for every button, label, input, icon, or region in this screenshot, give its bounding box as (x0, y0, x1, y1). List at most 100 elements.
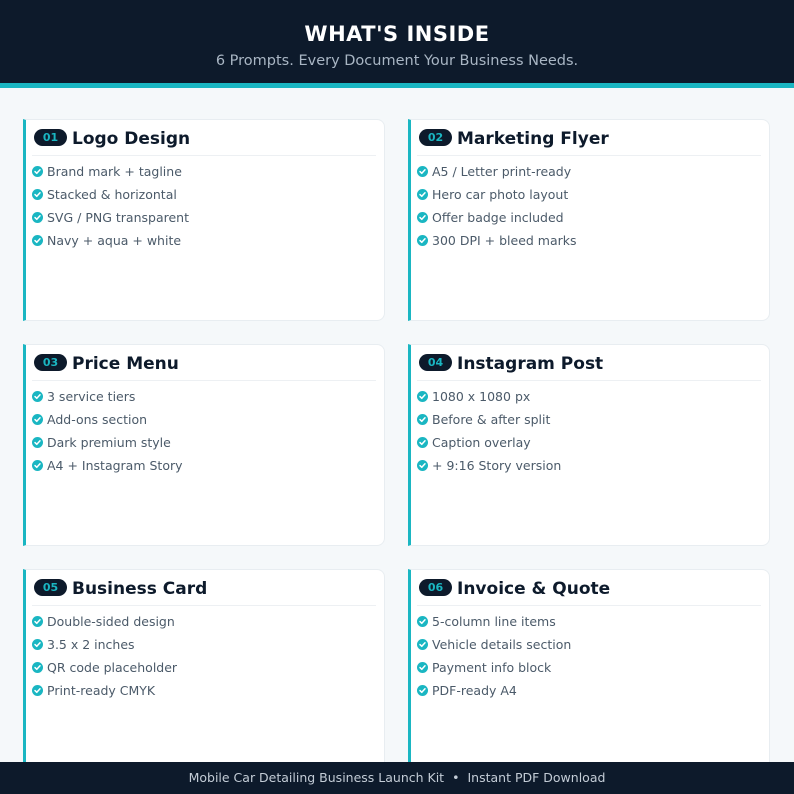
card-business-card: 05 Business Card Double-sided design 3.5… (23, 569, 385, 771)
check-circle-icon (417, 189, 428, 200)
check-circle-icon (417, 437, 428, 448)
list-item: A4 + Instagram Story (32, 458, 183, 481)
card-number-badge: 04 (419, 354, 452, 371)
feature-list: 5-column line items Vehicle details sect… (417, 614, 571, 706)
list-item-label: Before & after split (432, 412, 551, 427)
feature-list: Double-sided design 3.5 x 2 inches QR co… (32, 614, 177, 706)
list-item: 300 DPI + bleed marks (417, 233, 577, 256)
card-title: Marketing Flyer (457, 129, 609, 149)
card-title: Instagram Post (457, 354, 604, 374)
check-circle-icon (32, 166, 43, 177)
feature-list: A5 / Letter print-ready Hero car photo l… (417, 164, 577, 256)
list-item-label: Brand mark + tagline (47, 164, 182, 179)
list-item: Dark premium style (32, 435, 183, 458)
card-price-menu: 03 Price Menu 3 service tiers Add-ons se… (23, 344, 385, 546)
card-header: 03 Price Menu (32, 353, 376, 381)
check-circle-icon (32, 189, 43, 200)
card-title: Business Card (72, 579, 208, 599)
list-item: Vehicle details section (417, 637, 571, 660)
list-item: 5-column line items (417, 614, 571, 637)
check-circle-icon (417, 212, 428, 223)
check-circle-icon (417, 685, 428, 696)
footer-kit-name: Mobile Car Detailing Business Launch Kit (188, 770, 445, 785)
list-item-label: 3.5 x 2 inches (47, 637, 135, 652)
list-item-label: Hero car photo layout (432, 187, 569, 202)
list-item-label: 300 DPI + bleed marks (432, 233, 577, 248)
check-circle-icon (417, 414, 428, 425)
check-circle-icon (417, 235, 428, 246)
list-item-label: Print-ready CMYK (47, 683, 156, 698)
check-circle-icon (32, 235, 43, 246)
check-circle-icon (32, 460, 43, 471)
check-circle-icon (32, 437, 43, 448)
list-item-label: Double-sided design (47, 614, 175, 629)
list-item: PDF-ready A4 (417, 683, 571, 706)
card-header: 01 Logo Design (32, 128, 376, 156)
list-item: 1080 x 1080 px (417, 389, 561, 412)
card-header: 06 Invoice & Quote (417, 578, 761, 606)
list-item-label: Vehicle details section (432, 637, 572, 652)
card-instagram-post: 04 Instagram Post 1080 x 1080 px Before … (408, 344, 770, 546)
list-item-label: Offer badge included (432, 210, 564, 225)
card-header: 05 Business Card (32, 578, 376, 606)
list-item-label: Dark premium style (47, 435, 171, 450)
cards-grid: 01 Logo Design Brand mark + tagline Stac… (0, 0, 794, 794)
check-circle-icon (417, 391, 428, 402)
list-item-label: SVG / PNG transparent (47, 210, 189, 225)
list-item-label: 3 service tiers (47, 389, 136, 404)
list-item: 3.5 x 2 inches (32, 637, 177, 660)
card-header: 02 Marketing Flyer (417, 128, 761, 156)
list-item-label: A4 + Instagram Story (47, 458, 183, 473)
check-circle-icon (32, 639, 43, 650)
list-item: + 9:16 Story version (417, 458, 561, 481)
list-item-label: Add-ons section (47, 412, 148, 427)
list-item: Brand mark + tagline (32, 164, 189, 187)
card-title: Invoice & Quote (457, 579, 611, 599)
check-circle-icon (417, 460, 428, 471)
list-item: A5 / Letter print-ready (417, 164, 577, 187)
check-circle-icon (32, 212, 43, 223)
list-item-label: Payment info block (432, 660, 552, 675)
card-number-badge: 03 (34, 354, 67, 371)
footer-separator: • (452, 770, 460, 785)
list-item: Print-ready CMYK (32, 683, 177, 706)
card-number-badge: 01 (34, 129, 67, 146)
list-item-label: QR code placeholder (47, 660, 178, 675)
card-number-badge: 06 (419, 579, 452, 596)
list-item: Add-ons section (32, 412, 183, 435)
card-invoice-quote: 06 Invoice & Quote 5-column line items V… (408, 569, 770, 771)
check-circle-icon (417, 166, 428, 177)
check-circle-icon (417, 662, 428, 673)
page-footer: Mobile Car Detailing Business Launch Kit… (0, 762, 794, 794)
list-item: Stacked & horizontal (32, 187, 189, 210)
check-circle-icon (32, 414, 43, 425)
card-number-badge: 05 (34, 579, 67, 596)
list-item: Hero car photo layout (417, 187, 577, 210)
list-item: Double-sided design (32, 614, 177, 637)
footer-delivery-note: Instant PDF Download (467, 770, 606, 785)
card-title: Price Menu (72, 354, 179, 374)
feature-list: Brand mark + tagline Stacked & horizonta… (32, 164, 189, 256)
feature-list: 3 service tiers Add-ons section Dark pre… (32, 389, 183, 481)
list-item-label: Stacked & horizontal (47, 187, 177, 202)
card-header: 04 Instagram Post (417, 353, 761, 381)
check-circle-icon (417, 616, 428, 627)
list-item: Caption overlay (417, 435, 561, 458)
list-item: QR code placeholder (32, 660, 177, 683)
list-item-label: + 9:16 Story version (432, 458, 562, 473)
list-item-label: Navy + aqua + white (47, 233, 182, 248)
check-circle-icon (32, 662, 43, 673)
card-logo-design: 01 Logo Design Brand mark + tagline Stac… (23, 119, 385, 321)
list-item: SVG / PNG transparent (32, 210, 189, 233)
card-title: Logo Design (72, 129, 191, 149)
list-item: 3 service tiers (32, 389, 183, 412)
list-item: Before & after split (417, 412, 561, 435)
list-item: Offer badge included (417, 210, 577, 233)
check-circle-icon (32, 391, 43, 402)
list-item: Payment info block (417, 660, 571, 683)
list-item: Navy + aqua + white (32, 233, 189, 256)
check-circle-icon (32, 685, 43, 696)
list-item-label: 1080 x 1080 px (432, 389, 531, 404)
check-circle-icon (32, 616, 43, 627)
feature-list: 1080 x 1080 px Before & after split Capt… (417, 389, 561, 481)
